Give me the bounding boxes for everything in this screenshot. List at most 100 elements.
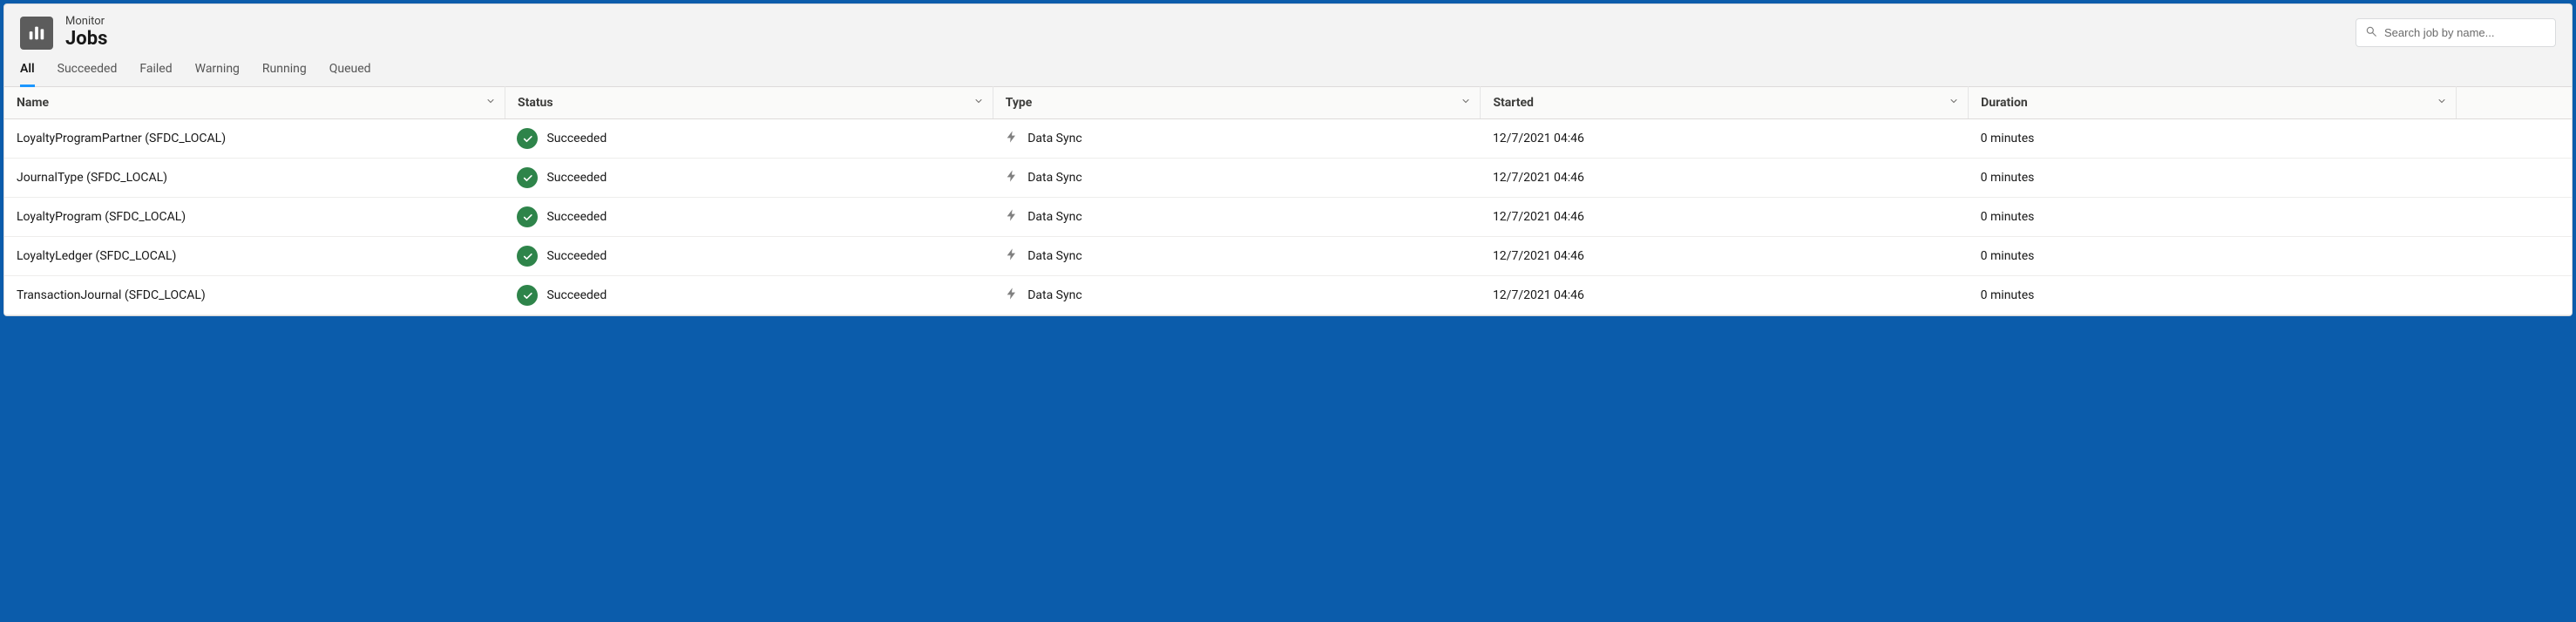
success-check-icon: [517, 246, 538, 267]
cell-status: Succeeded: [505, 198, 993, 237]
tab-all[interactable]: All: [20, 62, 35, 87]
success-check-icon: [517, 167, 538, 188]
type-text: Data Sync: [1027, 210, 1081, 224]
lightning-bolt-icon: [1005, 169, 1019, 186]
cell-actions: [2456, 237, 2572, 276]
job-name: LoyaltyProgram (SFDC_LOCAL): [17, 210, 186, 224]
cell-name: TransactionJournal (SFDC_LOCAL): [4, 276, 505, 315]
cell-type: Data Sync: [993, 237, 1481, 276]
cell-actions: [2456, 198, 2572, 237]
chevron-down-icon: [1949, 96, 1959, 110]
cell-status: Succeeded: [505, 237, 993, 276]
cell-actions: [2456, 119, 2572, 159]
job-name: JournalType (SFDC_LOCAL): [17, 171, 167, 185]
col-status-label: Status: [518, 96, 553, 110]
col-status[interactable]: Status: [505, 87, 993, 119]
tab-running[interactable]: Running: [262, 62, 307, 86]
table-row[interactable]: TransactionJournal (SFDC_LOCAL) Succeede…: [4, 276, 2572, 315]
cell-name: LoyaltyLedger (SFDC_LOCAL): [4, 237, 505, 276]
col-type-label: Type: [1006, 96, 1033, 110]
jobs-table: Name Status Type: [4, 86, 2572, 315]
cell-status: Succeeded: [505, 276, 993, 315]
success-check-icon: [517, 128, 538, 149]
type-text: Data Sync: [1027, 249, 1081, 263]
col-started-label: Started: [1493, 96, 1534, 110]
cell-duration: 0 minutes: [1969, 198, 2457, 237]
type-text: Data Sync: [1027, 288, 1081, 302]
duration-text: 0 minutes: [1981, 132, 2035, 145]
cell-actions: [2456, 159, 2572, 198]
job-name: LoyaltyProgramPartner (SFDC_LOCAL): [17, 132, 226, 145]
job-name: LoyaltyLedger (SFDC_LOCAL): [17, 249, 176, 263]
tab-warning[interactable]: Warning: [195, 62, 240, 86]
tab-queued[interactable]: Queued: [329, 62, 371, 86]
table-row[interactable]: LoyaltyLedger (SFDC_LOCAL) Succeeded Dat…: [4, 237, 2572, 276]
duration-text: 0 minutes: [1981, 171, 2035, 185]
chevron-down-icon: [973, 96, 984, 110]
type-text: Data Sync: [1027, 132, 1081, 145]
chevron-down-icon: [485, 96, 496, 110]
cell-started: 12/7/2021 04:46: [1481, 119, 1969, 159]
cell-status: Succeeded: [505, 159, 993, 198]
cell-started: 12/7/2021 04:46: [1481, 198, 1969, 237]
cell-type: Data Sync: [993, 159, 1481, 198]
duration-text: 0 minutes: [1981, 249, 2035, 263]
started-text: 12/7/2021 04:46: [1493, 132, 1584, 145]
col-duration[interactable]: Duration: [1969, 87, 2457, 119]
tab-succeeded[interactable]: Succeeded: [58, 62, 118, 86]
status-text: Succeeded: [546, 210, 607, 224]
cell-started: 12/7/2021 04:46: [1481, 159, 1969, 198]
cell-duration: 0 minutes: [1969, 237, 2457, 276]
jobs-panel: Monitor Jobs All Succeeded Failed Warnin…: [3, 3, 2573, 316]
panel-header: Monitor Jobs: [4, 4, 2572, 50]
chevron-down-icon: [1461, 96, 1471, 110]
type-text: Data Sync: [1027, 171, 1081, 185]
col-started[interactable]: Started: [1481, 87, 1969, 119]
status-text: Succeeded: [546, 288, 607, 302]
cell-type: Data Sync: [993, 276, 1481, 315]
lightning-bolt-icon: [1005, 130, 1019, 147]
chevron-down-icon: [2437, 96, 2447, 110]
bar-chart-icon: [20, 17, 53, 50]
cell-name: LoyaltyProgram (SFDC_LOCAL): [4, 198, 505, 237]
duration-text: 0 minutes: [1981, 210, 2035, 224]
success-check-icon: [517, 206, 538, 227]
cell-actions: [2456, 276, 2572, 315]
table-row[interactable]: LoyaltyProgramPartner (SFDC_LOCAL) Succe…: [4, 119, 2572, 159]
started-text: 12/7/2021 04:46: [1493, 249, 1584, 263]
success-check-icon: [517, 285, 538, 306]
col-duration-label: Duration: [1981, 96, 2028, 110]
started-text: 12/7/2021 04:46: [1493, 288, 1584, 302]
cell-type: Data Sync: [993, 198, 1481, 237]
table-row[interactable]: LoyaltyProgram (SFDC_LOCAL) Succeeded Da…: [4, 198, 2572, 237]
cell-started: 12/7/2021 04:46: [1481, 276, 1969, 315]
table-row[interactable]: JournalType (SFDC_LOCAL) Succeeded Data …: [4, 159, 2572, 198]
search-box[interactable]: [2356, 18, 2556, 47]
lightning-bolt-icon: [1005, 247, 1019, 265]
search-input[interactable]: [2384, 26, 2546, 39]
header-eyebrow: Monitor: [65, 15, 107, 28]
cell-duration: 0 minutes: [1969, 159, 2457, 198]
status-text: Succeeded: [546, 249, 607, 263]
cell-name: LoyaltyProgramPartner (SFDC_LOCAL): [4, 119, 505, 159]
lightning-bolt-icon: [1005, 287, 1019, 304]
title-block: Monitor Jobs: [20, 15, 107, 50]
job-name: TransactionJournal (SFDC_LOCAL): [17, 288, 206, 302]
duration-text: 0 minutes: [1981, 288, 2035, 302]
cell-type: Data Sync: [993, 119, 1481, 159]
tab-failed[interactable]: Failed: [139, 62, 172, 86]
cell-name: JournalType (SFDC_LOCAL): [4, 159, 505, 198]
status-text: Succeeded: [546, 132, 607, 145]
status-text: Succeeded: [546, 171, 607, 185]
lightning-bolt-icon: [1005, 208, 1019, 226]
status-tabs: All Succeeded Failed Warning Running Que…: [4, 50, 2572, 86]
page-title: Jobs: [65, 28, 107, 50]
cell-duration: 0 minutes: [1969, 276, 2457, 315]
col-type[interactable]: Type: [993, 87, 1481, 119]
cell-duration: 0 minutes: [1969, 119, 2457, 159]
cell-started: 12/7/2021 04:46: [1481, 237, 1969, 276]
cell-status: Succeeded: [505, 119, 993, 159]
col-name-label: Name: [17, 96, 49, 110]
col-name[interactable]: Name: [4, 87, 505, 119]
search-icon: [2365, 24, 2377, 41]
